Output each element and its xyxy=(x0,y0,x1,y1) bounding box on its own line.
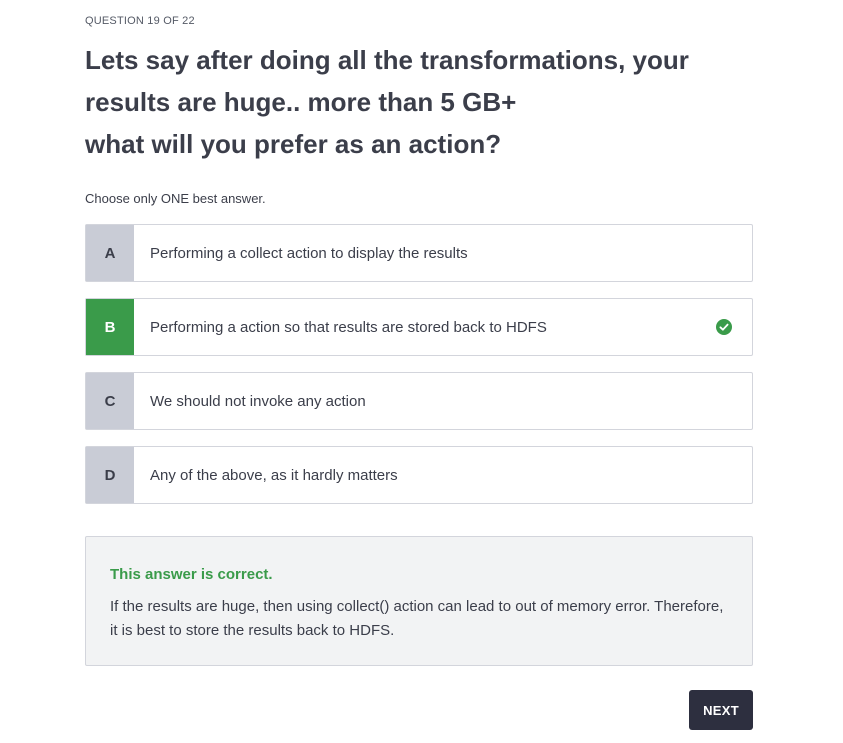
option-letter: D xyxy=(86,447,134,503)
option-text: Performing a collect action to display t… xyxy=(150,244,468,262)
answer-instruction: Choose only ONE best answer. xyxy=(85,191,266,206)
option-letter: C xyxy=(86,373,134,429)
question-progress: QUESTION 19 OF 22 xyxy=(85,15,195,27)
check-circle-icon xyxy=(716,319,732,335)
option-letter: B xyxy=(86,299,134,355)
option-text: Performing a action so that results are … xyxy=(150,318,547,336)
option-text: We should not invoke any action xyxy=(150,392,366,410)
feedback-title: This answer is correct. xyxy=(110,566,273,583)
feedback-explanation: If the results are huge, then using coll… xyxy=(110,598,724,639)
answer-options: A Performing a collect action to display… xyxy=(85,224,753,520)
option-a[interactable]: A Performing a collect action to display… xyxy=(85,224,753,282)
option-d[interactable]: D Any of the above, as it hardly matters xyxy=(85,446,753,504)
option-c[interactable]: C We should not invoke any action xyxy=(85,372,753,430)
next-button[interactable]: NEXT xyxy=(689,690,753,730)
feedback-panel: This answer is correct. If the results a… xyxy=(85,536,753,666)
question-text: Lets say after doing all the transformat… xyxy=(85,45,689,159)
option-b[interactable]: B Performing a action so that results ar… xyxy=(85,298,753,356)
option-letter: A xyxy=(86,225,134,281)
option-text: Any of the above, as it hardly matters xyxy=(150,466,398,484)
